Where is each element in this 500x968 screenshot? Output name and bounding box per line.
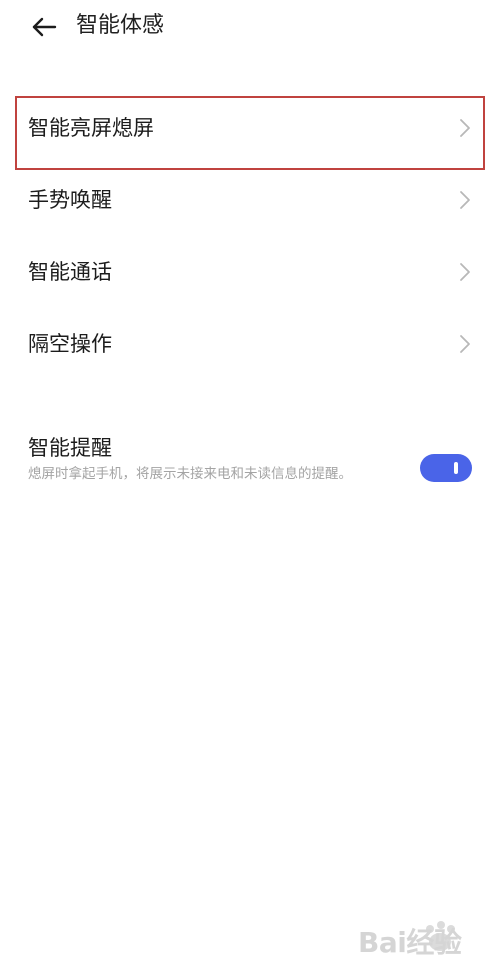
list-item-label: 手势唤醒 [28, 188, 112, 212]
list-item-label: 智能通话 [28, 260, 112, 284]
smart-reminder-title: 智能提醒 [28, 436, 112, 460]
watermark-text: Bai经验 [358, 926, 462, 959]
list-item-label: 隔空操作 [28, 332, 112, 356]
list-item-gesture-wake[interactable]: 手势唤醒 [0, 164, 500, 236]
chevron-right-icon [460, 335, 470, 353]
page-title: 智能体感 [76, 13, 165, 38]
toggle-knob [454, 462, 458, 474]
smart-reminder-setting: 智能提醒 熄屏时拿起手机，将展示未接来电和未读信息的提醒。 [0, 430, 500, 520]
list-item-smart-call[interactable]: 智能通话 [0, 236, 500, 308]
baidu-jingyan-watermark: Bai经验 [350, 915, 490, 959]
list-item-smart-screen[interactable]: 智能亮屏熄屏 [0, 92, 500, 164]
back-button[interactable] [28, 11, 60, 43]
smart-reminder-toggle[interactable] [420, 454, 472, 482]
top-bar: 智能体感 [0, 0, 500, 56]
chevron-right-icon [460, 191, 470, 209]
settings-list: 智能亮屏熄屏 手势唤醒 智能通话 隔空操作 [0, 92, 500, 380]
chevron-right-icon [460, 263, 470, 281]
list-item-label: 智能亮屏熄屏 [28, 116, 154, 140]
smart-reminder-description: 熄屏时拿起手机，将展示未接来电和未读信息的提醒。 [28, 466, 352, 482]
chevron-right-icon [460, 119, 470, 137]
arrow-left-icon [32, 17, 57, 37]
list-item-air-gesture[interactable]: 隔空操作 [0, 308, 500, 380]
